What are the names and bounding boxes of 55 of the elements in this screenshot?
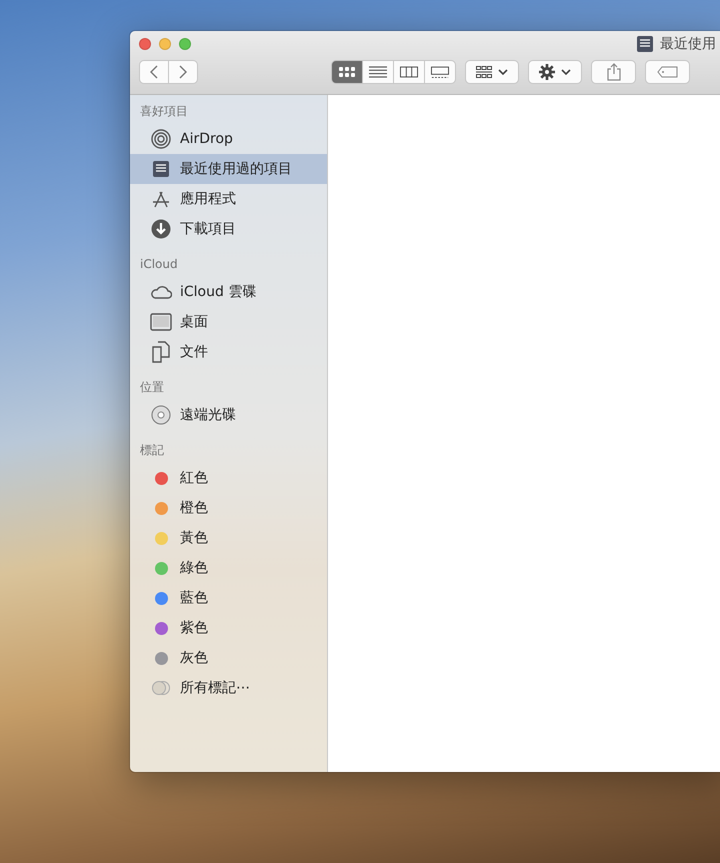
back-button[interactable] [139, 60, 169, 84]
sidebar-item[interactable]: 文件 [130, 337, 327, 367]
sidebar-heading: 喜好項目 [139, 103, 189, 120]
share-button[interactable] [591, 60, 636, 84]
view-mode-button[interactable] [331, 60, 363, 84]
columns-icon [400, 66, 418, 78]
view-mode-button[interactable] [393, 60, 425, 84]
view-mode-button[interactable] [424, 60, 456, 84]
sidebar-item[interactable]: 紅色 [130, 463, 327, 493]
sidebar-item[interactable]: 紫色 [130, 613, 327, 643]
sidebar-item[interactable]: 黃色 [130, 523, 327, 553]
sidebar-item[interactable]: 橙色 [130, 493, 327, 523]
gallery-icon [431, 66, 449, 78]
sidebar-item[interactable]: AirDrop [130, 124, 327, 154]
list-icon [369, 66, 387, 78]
tags-button[interactable] [645, 60, 690, 84]
gear-icon [539, 64, 555, 80]
sidebar-item[interactable]: 桌面 [130, 307, 327, 337]
desktop-icon [150, 313, 172, 331]
download-icon [151, 219, 171, 239]
airdrop-icon [151, 129, 171, 149]
window-title: 最近使用 [660, 35, 716, 53]
forward-icon [179, 65, 187, 79]
tray-icon [635, 34, 655, 54]
sidebar-item[interactable]: 所有標記⋯ [130, 673, 327, 703]
forward-button[interactable] [168, 60, 198, 84]
group-icon [476, 66, 492, 78]
documents-icon [151, 341, 171, 363]
sidebar-heading: 標記 [139, 442, 165, 459]
sidebar-heading: iCloud [139, 256, 179, 273]
sidebar-item[interactable]: iCloud 雲碟 [130, 277, 327, 307]
sidebar-item[interactable]: 灰色 [130, 643, 327, 673]
disc-icon [151, 405, 171, 425]
sidebar-heading: 位置 [139, 379, 165, 396]
caret-icon [498, 69, 508, 75]
share-icon [606, 63, 620, 81]
sidebar-item[interactable]: 遠端光碟 [130, 400, 327, 430]
apps-icon [151, 189, 171, 209]
sidebar-item[interactable]: 藍色 [130, 583, 327, 613]
cloud-icon [150, 284, 172, 300]
close-button[interactable] [139, 38, 151, 50]
back-icon [150, 65, 158, 79]
view-mode-button[interactable] [362, 60, 394, 84]
zoom-button[interactable] [179, 38, 191, 50]
sidebar-item[interactable]: 應用程式 [130, 184, 327, 214]
tag-icon [656, 66, 678, 78]
tray-icon [151, 159, 171, 179]
icon-grid-icon [339, 67, 355, 77]
sidebar-item[interactable]: 綠色 [130, 553, 327, 583]
caret-icon [561, 69, 571, 75]
action-button[interactable] [528, 60, 582, 84]
sidebar-item[interactable]: 下載項目 [130, 214, 327, 244]
group-button[interactable] [465, 60, 519, 84]
all-tags-icon [151, 680, 171, 696]
sidebar-item[interactable]: 最近使用過的項目 [130, 154, 327, 184]
